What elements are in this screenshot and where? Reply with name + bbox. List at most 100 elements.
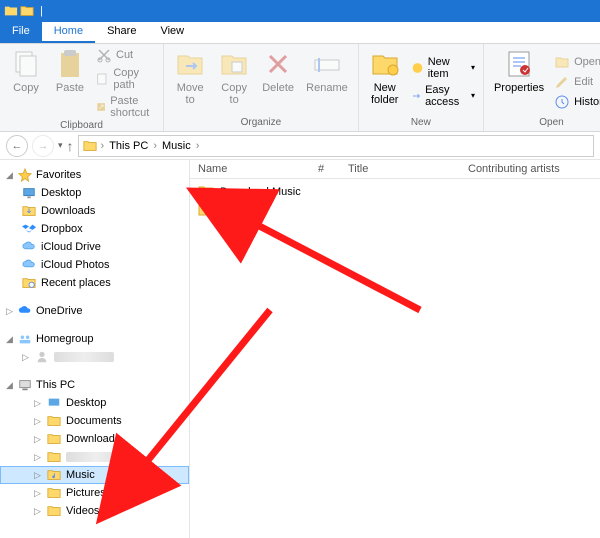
sidebar-item-desktop[interactable]: ▷Desktop <box>0 394 189 412</box>
history-button[interactable]: History <box>552 93 600 111</box>
paste-button[interactable]: Paste <box>50 46 90 120</box>
newitem-icon <box>411 60 424 76</box>
rename-button[interactable]: Rename <box>302 46 352 117</box>
crumb-music[interactable]: Music <box>159 140 194 152</box>
group-label-organize: Organize <box>170 117 352 129</box>
history-icon <box>554 94 570 110</box>
moveto-button[interactable]: Move to <box>170 46 210 117</box>
folder-icon <box>20 4 34 18</box>
sidebar-onedrive: ▷OneDrive <box>0 302 189 320</box>
copyto-button[interactable]: Copy to <box>214 46 254 117</box>
sidebar-head-homegroup[interactable]: ◢Homegroup <box>0 330 189 348</box>
chevron-right-icon: › <box>196 140 200 152</box>
sidebar-item-documents[interactable]: ▷Documents <box>0 412 189 430</box>
sidebar-item-downloads[interactable]: ▷Downloads <box>0 430 189 448</box>
delete-label: Delete <box>262 82 294 94</box>
cut-button[interactable]: Cut <box>94 46 157 64</box>
properties-button[interactable]: Properties <box>490 46 548 117</box>
ribbon-tabs: File Home Share View <box>0 22 600 44</box>
sidebar-favorites: ◢Favorites Desktop Downloads Dropbox iCl… <box>0 166 189 292</box>
cut-icon <box>96 47 112 63</box>
sidebar-head-favorites[interactable]: ◢Favorites <box>0 166 189 184</box>
pasteshort-button[interactable]: Paste shortcut <box>94 94 157 120</box>
sidebar-item-user[interactable]: ▷ <box>0 348 189 366</box>
sidebar-item-icloudphotos[interactable]: iCloud Photos <box>0 256 189 274</box>
pictures-icon <box>47 486 61 500</box>
ribbon-group-new: New folder New item▾ Easy access▾ New <box>359 44 484 131</box>
homegroup-icon <box>18 332 32 346</box>
sidebar-item-videos[interactable]: ▷Videos <box>0 502 189 520</box>
delete-button[interactable]: Delete <box>258 46 298 117</box>
paste-icon <box>54 48 86 80</box>
blurred-text <box>54 352 114 362</box>
recent-icon <box>22 276 36 290</box>
forward-button[interactable]: → <box>32 135 54 157</box>
file-name: Download Music <box>220 186 301 198</box>
file-area: Name # Title Contributing artists Downlo… <box>190 160 600 538</box>
videos-icon <box>47 504 61 518</box>
folder-icon <box>83 139 97 153</box>
folder-icon <box>198 185 214 199</box>
open-icon <box>554 54 570 70</box>
paste-label: Paste <box>56 82 84 94</box>
tab-file[interactable]: File <box>0 22 42 43</box>
sidebar-item-blurred[interactable]: ▷ <box>0 448 189 466</box>
chevron-right-icon: › <box>101 140 105 152</box>
titlebar-sep: | <box>40 5 43 17</box>
sidebar-head-onedrive[interactable]: ▷OneDrive <box>0 302 189 320</box>
sidebar-item-downloads[interactable]: Downloads <box>0 202 189 220</box>
expand-icon: ▷ <box>22 352 30 363</box>
newfolder-button[interactable]: New folder <box>365 46 405 117</box>
arrow-left-icon: ← <box>12 140 23 152</box>
computer-icon <box>18 378 32 392</box>
crumb-thispc[interactable]: This PC <box>106 140 151 152</box>
col-artists[interactable]: Contributing artists <box>468 163 592 175</box>
folder-icon <box>47 450 61 464</box>
sidebar-item-iclouddrive[interactable]: iCloud Drive <box>0 238 189 256</box>
folder-icon <box>198 203 214 217</box>
newitem-button[interactable]: New item▾ <box>409 55 477 81</box>
collapse-icon: ◢ <box>6 170 14 181</box>
edit-button[interactable]: Edit <box>552 73 600 91</box>
tab-home[interactable]: Home <box>42 22 95 43</box>
open-button[interactable]: Open▾ <box>552 53 600 71</box>
ribbon: Copy Paste Cut Copy path Paste shortcut … <box>0 44 600 132</box>
tab-view[interactable]: View <box>148 22 196 43</box>
tab-share[interactable]: Share <box>95 22 148 43</box>
easyaccess-button[interactable]: Easy access▾ <box>409 83 477 109</box>
sidebar-item-desktop[interactable]: Desktop <box>0 184 189 202</box>
group-label-open: Open <box>490 117 600 129</box>
easyaccess-icon <box>411 88 421 104</box>
col-name[interactable]: Name <box>198 163 318 175</box>
content: ◢Favorites Desktop Downloads Dropbox iCl… <box>0 160 600 538</box>
copypath-button[interactable]: Copy path <box>94 66 157 92</box>
col-title[interactable]: Title <box>348 163 468 175</box>
sidebar-head-thispc[interactable]: ◢This PC <box>0 376 189 394</box>
address-bar[interactable]: › This PC › Music › <box>78 135 594 157</box>
copy-label: Copy <box>13 82 39 94</box>
titlebar: | <box>0 0 600 22</box>
downloads-icon <box>47 432 61 446</box>
cloud-icon <box>22 240 36 254</box>
col-hash[interactable]: # <box>318 163 348 175</box>
ribbon-group-open: Properties Open▾ Edit History Open <box>484 44 600 131</box>
chevron-down-icon: ▾ <box>471 91 475 100</box>
cloud-icon <box>22 258 36 272</box>
sidebar-item-dropbox[interactable]: Dropbox <box>0 220 189 238</box>
copy-icon <box>10 48 42 80</box>
sidebar-item-music[interactable]: ▷Music <box>0 466 189 484</box>
group-label-new: New <box>365 117 477 129</box>
up-button[interactable]: ↑ <box>67 138 74 154</box>
copy-button[interactable]: Copy <box>6 46 46 120</box>
column-headers: Name # Title Contributing artists <box>190 160 600 179</box>
folder-row[interactable]: iTunes <box>198 201 592 219</box>
nav-bar: ← → ▾ ↑ › This PC › Music › <box>0 132 600 160</box>
sidebar-item-pictures[interactable]: ▷Pictures <box>0 484 189 502</box>
folder-row[interactable]: Download Music <box>198 183 592 201</box>
back-button[interactable]: ← <box>6 135 28 157</box>
arrow-right-icon: → <box>38 140 49 152</box>
copyto-label: Copy to <box>221 82 247 106</box>
documents-icon <box>47 414 61 428</box>
sidebar-item-recent[interactable]: Recent places <box>0 274 189 292</box>
chevron-down-icon[interactable]: ▾ <box>58 140 63 151</box>
